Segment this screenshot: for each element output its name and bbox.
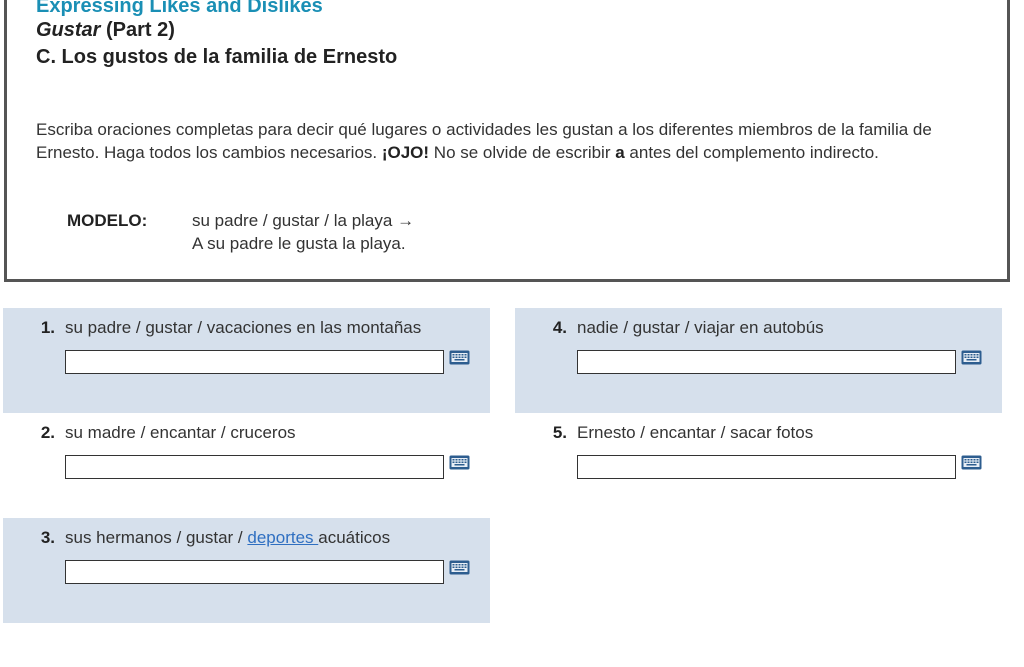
question-prompt-text: sus hermanos / gustar / (65, 528, 248, 547)
question-number: 4. (552, 318, 567, 337)
question-prompt: nadie / gustar / viajar en autobús (577, 318, 824, 337)
directions-text-3: antes del complemento indirecto. (624, 143, 879, 162)
question-prompt-text-2: acuáticos (318, 528, 391, 547)
ojo-label: ¡OJO! (381, 143, 430, 162)
question-number: 1. (40, 318, 55, 337)
question-card-3: 3. sus hermanos / gustar / deportes acuá… (3, 518, 490, 623)
lesson-title-verb: Gustar (36, 19, 101, 41)
section-heading: Expressing Likes and Dislikes (36, 0, 323, 17)
directions-text-2: No se olvide de escribir (429, 143, 616, 162)
question-number: 3. (40, 528, 55, 547)
modelo-prompt: su padre / gustar / la playa → (192, 211, 415, 230)
answer-input-2[interactable] (65, 455, 444, 479)
answer-input-3[interactable] (65, 560, 444, 584)
keyboard-icon[interactable] (449, 350, 470, 365)
question-prompt: Ernesto / encantar / sacar fotos (577, 423, 814, 442)
answer-input-5[interactable] (577, 455, 956, 479)
modelo-answer: A su padre le gusta la playa. (192, 234, 406, 253)
keyboard-icon[interactable] (961, 455, 982, 470)
lesson-title-part: (Part 2) (100, 19, 175, 41)
glossary-link-deportes[interactable]: deportes (247, 528, 318, 547)
question-prompt: su madre / encantar / cruceros (65, 423, 296, 442)
instruction-box: Expressing Likes and Dislikes Gustar (Pa… (4, 0, 1010, 282)
a-bold: a (615, 143, 625, 162)
question-number: 2. (40, 423, 55, 442)
modelo-label: MODELO: (67, 211, 148, 230)
question-prompt: sus hermanos / gustar / deportes acuátic… (65, 528, 390, 548)
question-prompt: su padre / gustar / vacaciones en las mo… (65, 318, 422, 337)
keyboard-icon[interactable] (449, 455, 470, 470)
question-card-1: 1. su padre / gustar / vacaciones en las… (3, 308, 490, 413)
question-number: 5. (552, 423, 567, 442)
keyboard-icon[interactable] (449, 560, 470, 575)
answer-input-4[interactable] (577, 350, 956, 374)
page: Expressing Likes and Dislikes Gustar (Pa… (0, 0, 1024, 667)
answer-input-1[interactable] (65, 350, 444, 374)
question-card-2: 2. su madre / encantar / cruceros (3, 413, 490, 518)
keyboard-icon[interactable] (961, 350, 982, 365)
question-card-4: 4. nadie / gustar / viajar en autobús (515, 308, 1002, 413)
lesson-title: Gustar (Part 2) (36, 19, 175, 42)
question-card-5: 5. Ernesto / encantar / sacar fotos (515, 413, 1002, 518)
activity-title: C. Los gustos de la familia de Ernesto (36, 46, 398, 68)
directions: Escriba oraciones completas para decir q… (36, 118, 996, 164)
